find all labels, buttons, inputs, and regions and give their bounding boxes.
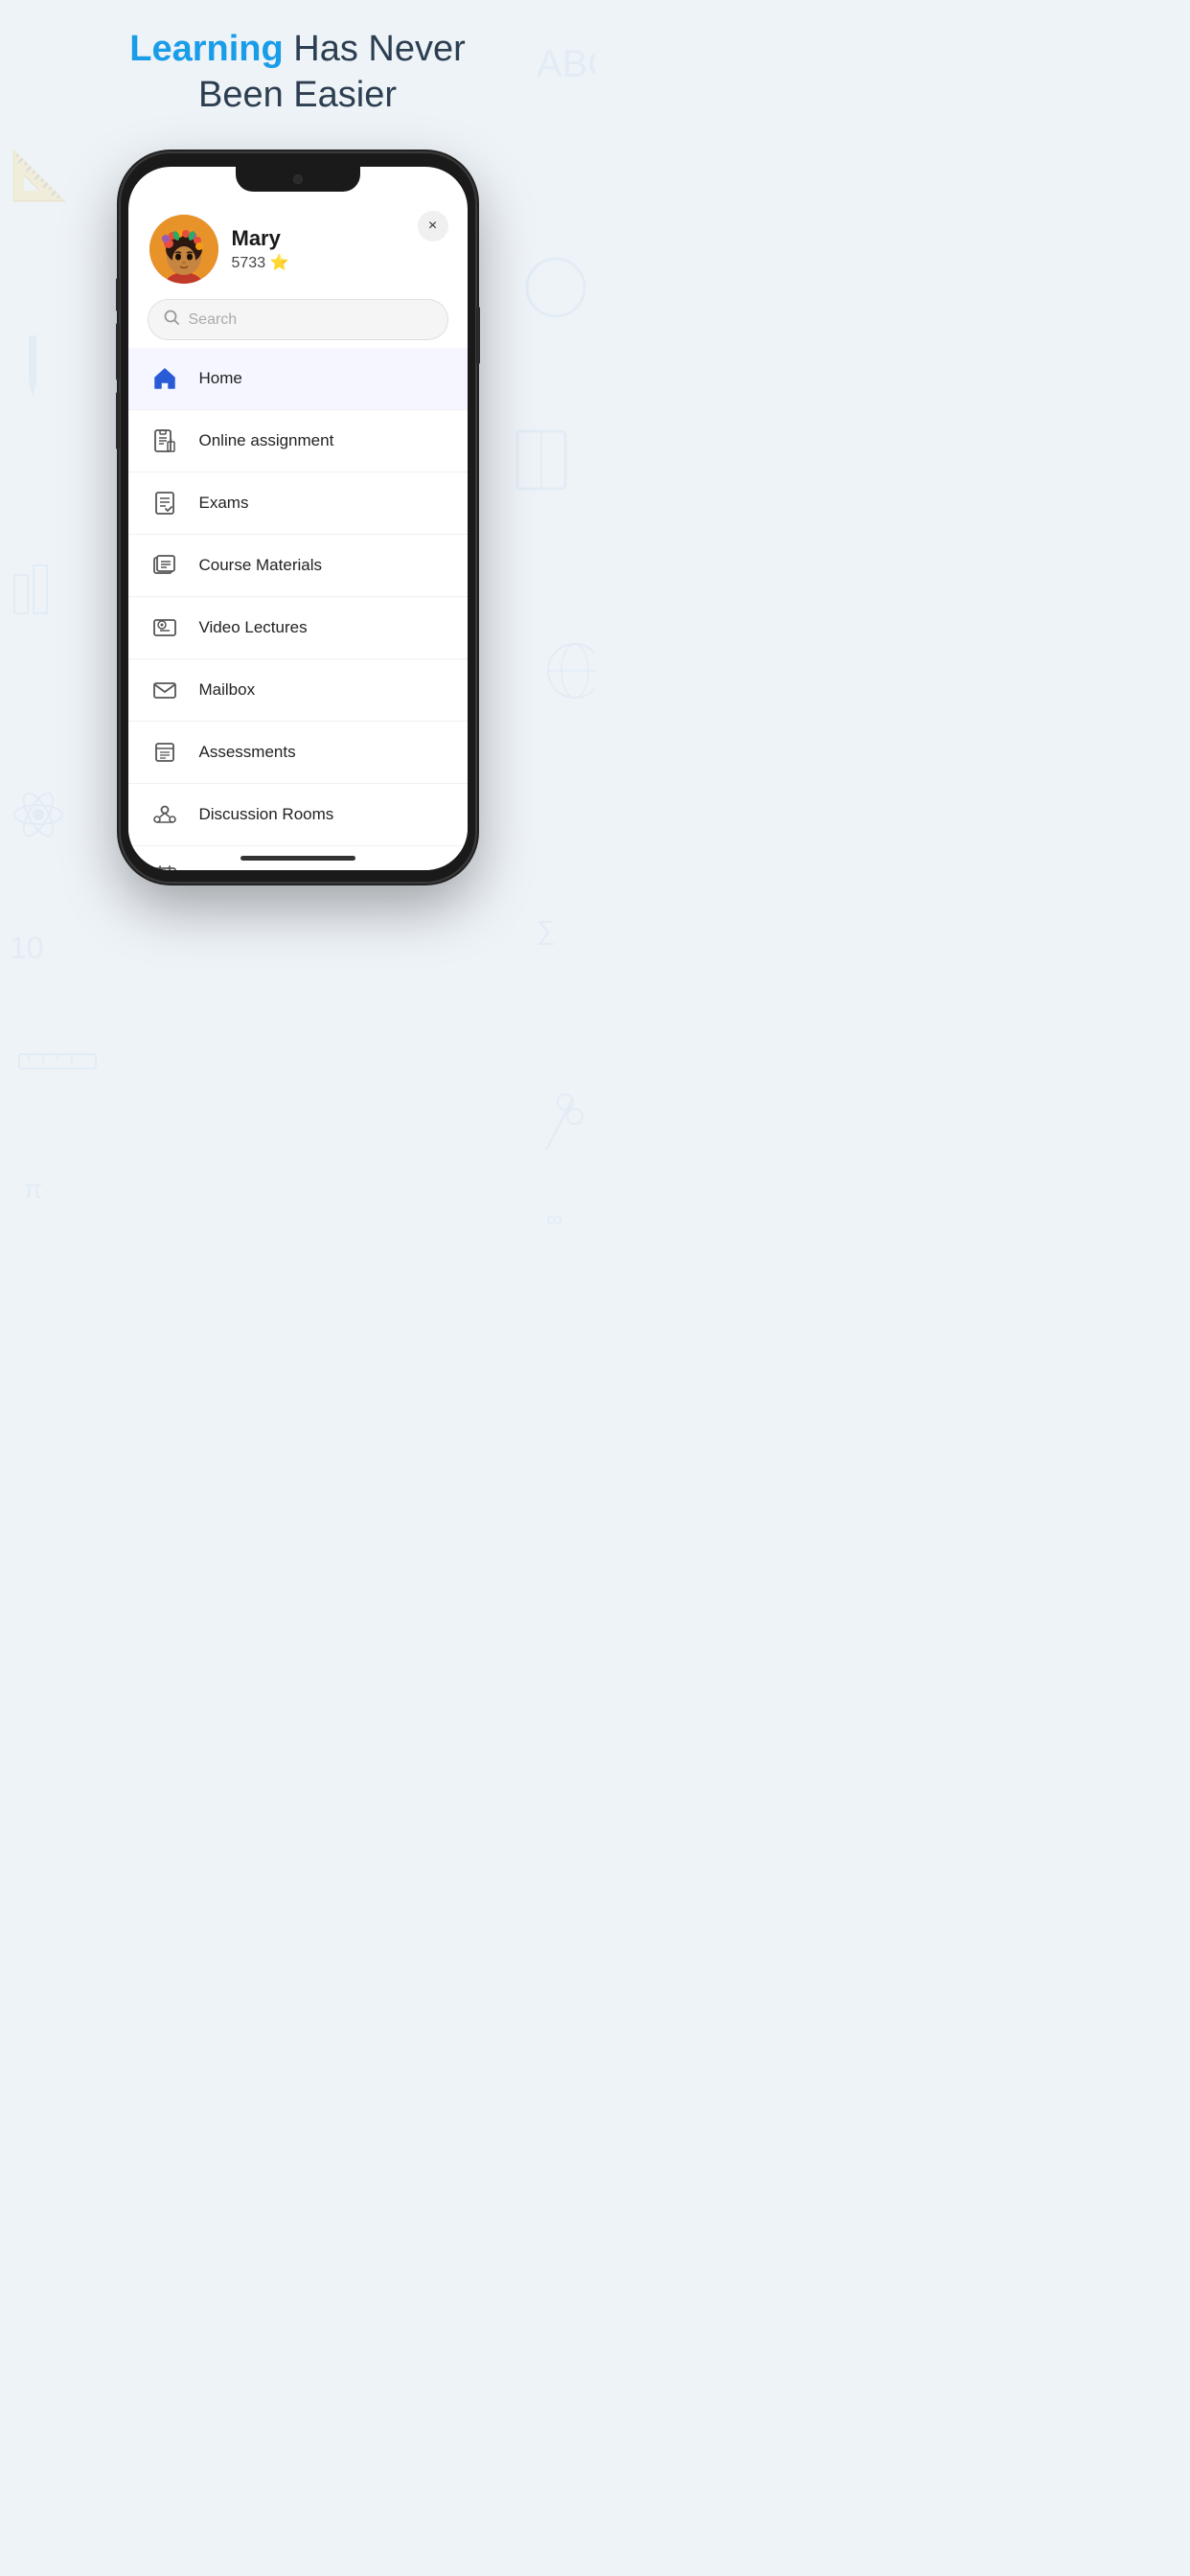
course-materials-label: Course Materials [199, 556, 323, 575]
search-icon [164, 310, 179, 330]
assignment-icon [149, 426, 180, 456]
mailbox-icon [149, 675, 180, 705]
title-blue: Learning [129, 29, 283, 69]
svg-text:10: 10 [10, 931, 44, 965]
assessments-label: Assessments [199, 743, 296, 762]
sidebar-item-video-lectures[interactable]: Video Lectures [128, 597, 468, 659]
user-name: Mary [232, 226, 289, 251]
power-button [476, 307, 480, 364]
exams-icon [149, 488, 180, 518]
home-icon [149, 363, 180, 394]
svg-text:π: π [24, 1174, 42, 1204]
weekly-plan-label: Weekly Plan [199, 867, 289, 870]
sidebar-item-home[interactable]: Home [128, 348, 468, 410]
svg-text:∑: ∑ [537, 915, 556, 945]
sidebar-item-course-materials[interactable]: Course Materials [128, 535, 468, 597]
mute-button [116, 392, 120, 449]
phone-notch [236, 167, 360, 192]
mailbox-label: Mailbox [199, 680, 256, 700]
title-rest: Has Never [284, 29, 466, 69]
online-assignment-label: Online assignment [199, 431, 334, 450]
assessments-icon [149, 737, 180, 768]
volume-up-button [116, 278, 120, 311]
menu-list: Home Online assignment [128, 348, 468, 870]
video-lectures-label: Video Lectures [199, 618, 308, 637]
weekly-plan-icon [149, 862, 180, 870]
sidebar-item-online-assignment[interactable]: Online assignment [128, 410, 468, 472]
home-indicator [240, 856, 355, 861]
close-button[interactable]: × [418, 211, 448, 242]
page-title: Learning Has Never Been Easier [0, 27, 595, 118]
svg-text:📐: 📐 [10, 148, 69, 202]
phone-screen: × [128, 167, 468, 870]
side-buttons-left [116, 278, 120, 449]
home-label: Home [199, 369, 242, 388]
title-line2: Been Easier [198, 75, 397, 115]
phone-frame: × [121, 153, 475, 882]
user-info: Mary 5733 ⭐ [232, 226, 289, 272]
sidebar-item-discussion-rooms[interactable]: Discussion Rooms [128, 784, 468, 846]
sidebar-item-mailbox[interactable]: Mailbox [128, 659, 468, 722]
video-lectures-icon [149, 612, 180, 643]
discussion-rooms-icon [149, 799, 180, 830]
front-camera [293, 174, 303, 184]
avatar [149, 215, 218, 284]
exams-label: Exams [199, 494, 249, 513]
side-buttons-right [476, 307, 480, 364]
user-points: 5733 ⭐ [232, 253, 289, 272]
discussion-rooms-label: Discussion Rooms [199, 805, 334, 824]
svg-text:∞: ∞ [546, 1207, 562, 1232]
search-placeholder: Search [189, 311, 238, 329]
search-bar[interactable]: Search [148, 299, 448, 340]
volume-down-button [116, 323, 120, 380]
sidebar-item-exams[interactable]: Exams [128, 472, 468, 535]
course-materials-icon [149, 550, 180, 581]
sidebar-item-assessments[interactable]: Assessments [128, 722, 468, 784]
